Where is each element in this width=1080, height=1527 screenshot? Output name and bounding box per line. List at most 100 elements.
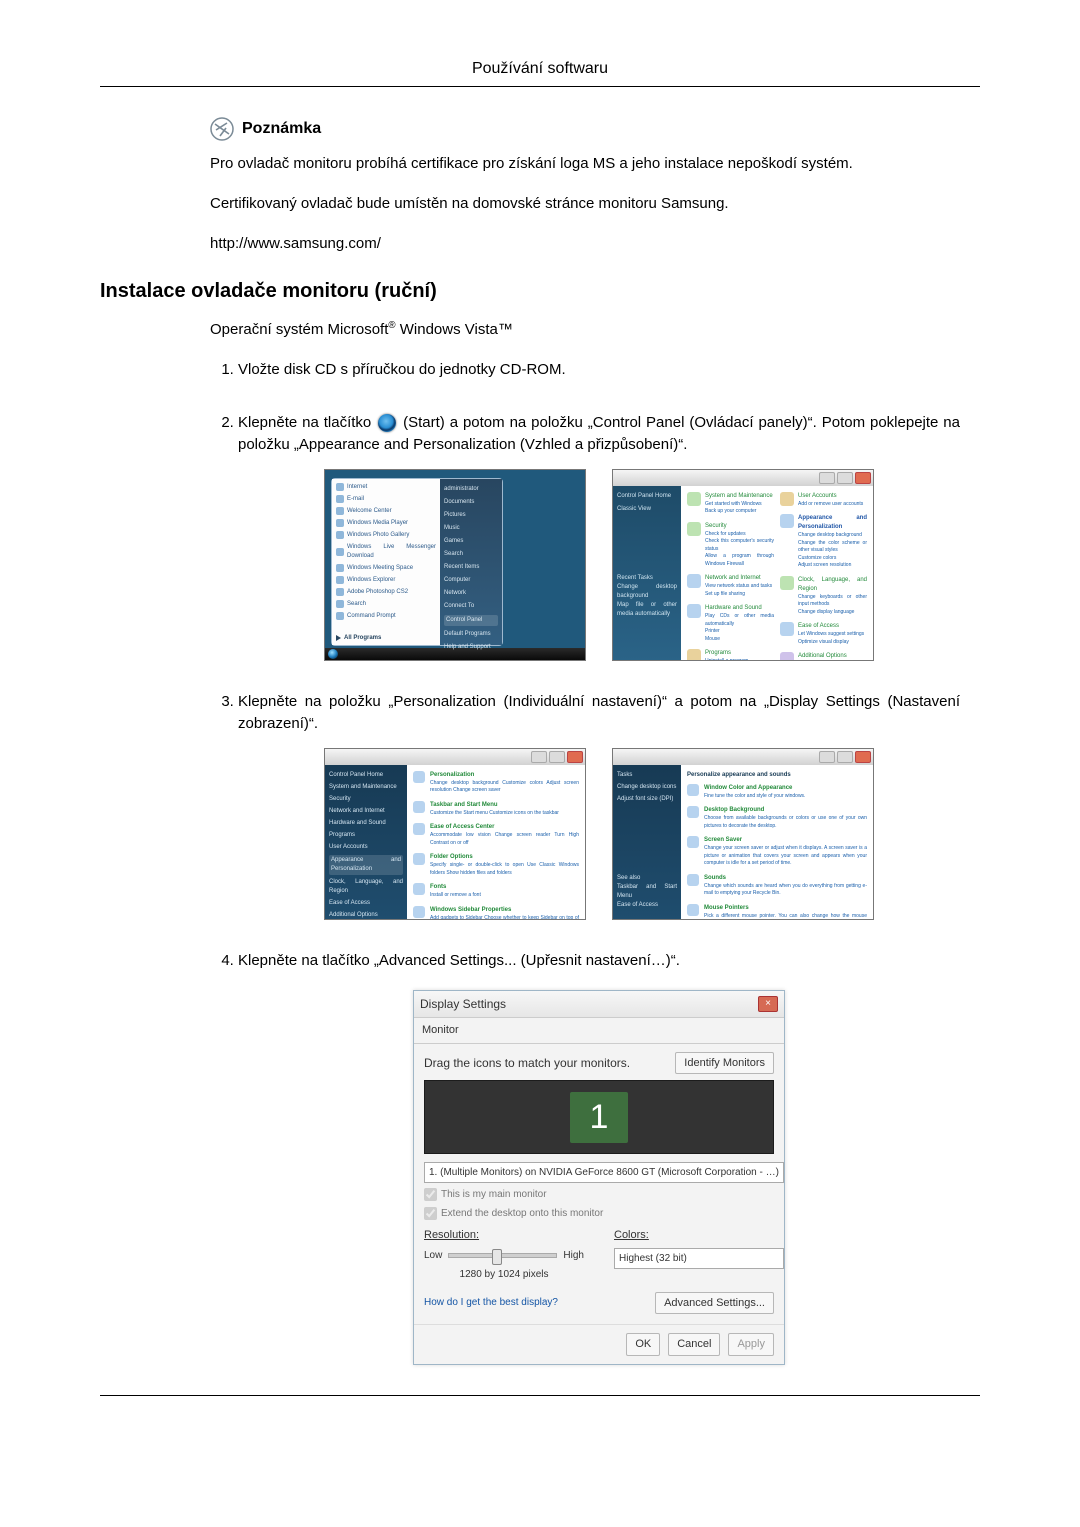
nav-item: Control Panel Home: [329, 771, 403, 780]
os-prefix: Operační systém Microsoft: [210, 321, 388, 338]
start-menu: Internet E-mail Welcome Center Windows M…: [331, 478, 503, 646]
panel-item-sub: Install or remove a font: [430, 892, 481, 900]
see-also: See also Taskbar and Start Menu Ease of …: [617, 874, 677, 910]
list-item: administrator: [444, 485, 498, 494]
start-orb-icon: [378, 414, 396, 432]
panel-item-title: Personalization: [430, 771, 579, 780]
panel-item-sub: Accommodate low vision Change screen rea…: [430, 832, 579, 847]
note-icon: [210, 117, 234, 141]
cp-title: Hardware and Sound: [705, 604, 774, 613]
panel-item-title: Windows Sidebar Properties: [430, 906, 579, 915]
panel-heading: Personalize appearance and sounds: [687, 771, 867, 780]
step-3-text: Klepněte na položku „Personalization (In…: [238, 693, 960, 733]
list-item: Welcome Center: [336, 507, 436, 516]
panel-item-sub: Fine tune the color and style of your wi…: [704, 793, 805, 801]
cp-title: Network and Internet: [705, 574, 772, 583]
page-header: Používání softwaru: [100, 60, 980, 78]
note-paragraph-2: Certifikovaný ovladač bude umístěn na do…: [210, 193, 960, 215]
main-monitor-checkbox[interactable]: This is my main monitor: [424, 1187, 774, 1202]
list-item: Windows Live Messenger Download: [336, 543, 436, 561]
step-4: Klepněte na tlačítko „Advanced Settings.…: [238, 950, 960, 1365]
panel-item-title: Mouse Pointers: [704, 904, 867, 913]
note-url: http://www.samsung.com/: [210, 233, 960, 255]
colors-label: Colors:: [614, 1227, 774, 1244]
cp-sub: Let Windows suggest settings Optimize vi…: [798, 631, 864, 646]
figure-display-settings: Display Settings × Monitor Drag the icon…: [413, 990, 785, 1365]
cp-sub: Check for updates Check this computer's …: [705, 531, 774, 569]
list-item: Command Prompt: [336, 612, 436, 621]
list-item: Computer: [444, 576, 498, 585]
figure-control-panel: Control Panel Home Classic View Recent T…: [612, 469, 874, 661]
list-item: Recent Items: [444, 563, 498, 572]
resolution-label: Resolution:: [424, 1227, 584, 1244]
identify-monitors-button[interactable]: Identify Monitors: [675, 1052, 774, 1075]
all-programs: All Programs: [336, 634, 381, 643]
apply-button[interactable]: Apply: [728, 1333, 774, 1356]
slider-high: High: [563, 1248, 584, 1263]
dialog-title: Display Settings: [420, 995, 506, 1013]
cp-sub: Add or remove user accounts: [798, 501, 863, 509]
nav-item: Clock, Language, and Region: [329, 878, 403, 896]
start-orb: [328, 649, 338, 659]
panel-item-title: Desktop Background: [704, 806, 867, 815]
list-item: Music: [444, 524, 498, 533]
nav-item: Network and Internet: [329, 807, 403, 816]
cp-title: Clock, Language, and Region: [798, 576, 867, 594]
figure-start-menu: Internet E-mail Welcome Center Windows M…: [324, 469, 586, 661]
panel-item-sub: Choose from available backgrounds or col…: [704, 815, 867, 830]
cp-sub: Play CDs or other media automatically Pr…: [705, 613, 774, 643]
help-link[interactable]: How do I get the best display?: [424, 1295, 558, 1310]
panel-item-title: Sounds: [704, 874, 867, 883]
cp-title: Security: [705, 522, 774, 531]
nav-item: Classic View: [617, 505, 677, 514]
monitor-preview[interactable]: 1: [424, 1080, 774, 1154]
list-item: Search: [336, 600, 436, 609]
list-item: Pictures: [444, 511, 498, 520]
monitor-select[interactable]: 1. (Multiple Monitors) on NVIDIA GeForce…: [424, 1162, 784, 1183]
tab-monitor[interactable]: Monitor: [414, 1018, 784, 1044]
cancel-button[interactable]: Cancel: [668, 1333, 720, 1356]
panel-item-title: Fonts: [430, 883, 481, 892]
advanced-settings-button[interactable]: Advanced Settings...: [655, 1292, 774, 1315]
note-title: Poznámka: [242, 120, 321, 138]
panel-item-title: Taskbar and Start Menu: [430, 801, 559, 810]
nav-item: Security: [329, 795, 403, 804]
section-heading: Instalace ovladače monitoru (ruční): [100, 280, 980, 303]
list-item: Documents: [444, 498, 498, 507]
nav-item: Change desktop icons: [617, 783, 677, 792]
footer-rule: [100, 1395, 980, 1396]
panel-item-sub: Pick a different mouse pointer. You can …: [704, 913, 867, 920]
cp-title: User Accounts: [798, 492, 863, 501]
panel-item-title: Folder Options: [430, 853, 579, 862]
list-item: Windows Meeting Space: [336, 564, 436, 573]
slider-low: Low: [424, 1248, 442, 1263]
nav-item: User Accounts: [329, 843, 403, 852]
panel-item-sub: Change your screen saver or adjust when …: [704, 845, 867, 868]
list-item: Control Panel: [444, 615, 498, 626]
nav-item: System and Maintenance: [329, 783, 403, 792]
cp-title: Ease of Access: [798, 622, 864, 631]
cp-sub: Get started with Windows Back up your co…: [705, 501, 773, 516]
close-icon[interactable]: ×: [758, 996, 778, 1012]
resolution-slider[interactable]: Low High: [424, 1248, 584, 1263]
figure-personalization-panel: Tasks Change desktop icons Adjust font s…: [612, 748, 874, 920]
list-item: E-mail: [336, 495, 436, 504]
colors-select[interactable]: Highest (32 bit): [614, 1248, 784, 1269]
panel-item-sub: Specify single- or double-click to open …: [430, 862, 579, 877]
panel-item-sub: Add gadgets to Sidebar Choose whether to…: [430, 915, 579, 920]
nav-item: Additional Options: [329, 911, 403, 920]
list-item: Games: [444, 537, 498, 546]
list-item: Search: [444, 550, 498, 559]
list-item: Default Programs: [444, 630, 498, 639]
panel-item-title: Ease of Access Center: [430, 823, 579, 832]
panel-item-sub: Change which sounds are heard when you d…: [704, 883, 867, 898]
list-item: Help and Support: [444, 643, 498, 652]
list-item: Windows Media Player: [336, 519, 436, 528]
ok-button[interactable]: OK: [626, 1333, 660, 1356]
nav-item: Ease of Access: [329, 899, 403, 908]
panel-item-sub: Change desktop background Customize colo…: [430, 780, 579, 795]
list-item: Adobe Photoshop CS2: [336, 588, 436, 597]
extend-desktop-checkbox[interactable]: Extend the desktop onto this monitor: [424, 1206, 774, 1221]
step-2: Klepněte na tlačítko (Start) a potom na …: [238, 412, 960, 661]
cp-title: Programs: [705, 649, 762, 658]
